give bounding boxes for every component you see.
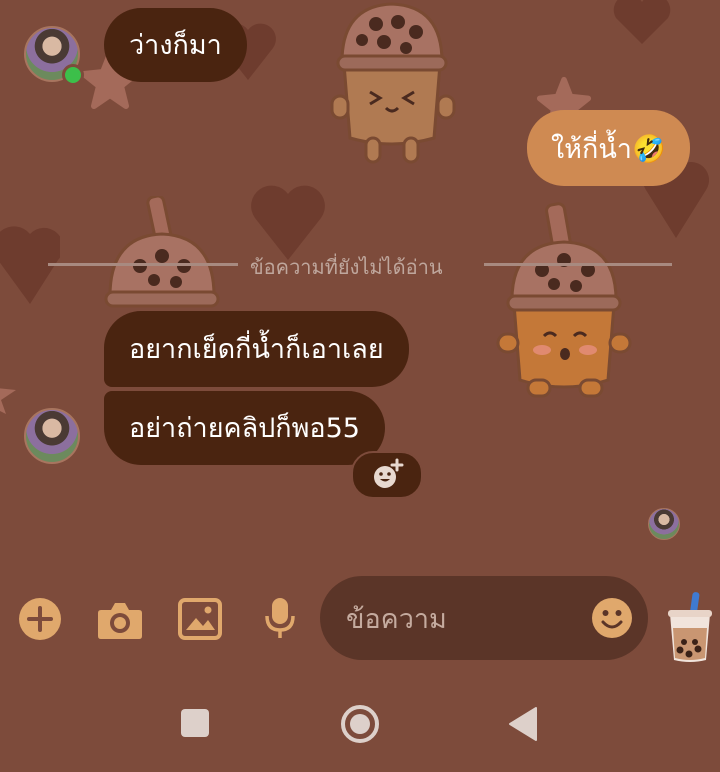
- divider-line: [484, 263, 672, 266]
- bubble-tea-character-decoration: [330, 2, 456, 164]
- message-text: ให้กี่น้ำ🤣: [551, 133, 666, 165]
- unread-messages-divider: ข้อความที่ยังไม่ได้อ่าน: [250, 255, 443, 279]
- message-text: ว่างก็มา: [129, 29, 222, 61]
- add-icon[interactable]: [18, 597, 62, 641]
- bubble-tea-character-decoration: [104, 196, 220, 308]
- message-bubble-incoming[interactable]: อยากเย็ดกี่น้ำก็เอาเลย: [104, 311, 409, 387]
- add-emoji-reaction-icon: [374, 458, 404, 488]
- heart-decoration-icon: [613, 0, 671, 44]
- back-icon[interactable]: [508, 706, 538, 742]
- emoji-icon[interactable]: [592, 598, 632, 638]
- message-text: อย่าถ่ายคลิปก็พอ55: [129, 412, 360, 444]
- message-bubble-outgoing[interactable]: ให้กี่น้ำ🤣: [527, 110, 690, 186]
- add-reaction-button[interactable]: [351, 451, 423, 499]
- bubble-tea-sticker-icon[interactable]: [664, 592, 716, 664]
- home-icon[interactable]: [340, 704, 380, 744]
- microphone-icon[interactable]: [264, 596, 296, 640]
- bubble-tea-character-decoration: [496, 202, 632, 398]
- recent-apps-icon[interactable]: [180, 708, 210, 738]
- message-bubble-incoming[interactable]: อย่าถ่ายคลิปก็พอ55: [104, 391, 385, 465]
- message-input[interactable]: [344, 596, 588, 642]
- online-status-indicator: [62, 64, 84, 86]
- heart-decoration-icon: [0, 226, 60, 304]
- message-input-container[interactable]: [320, 576, 648, 660]
- camera-icon[interactable]: [97, 600, 143, 640]
- gallery-icon[interactable]: [178, 598, 222, 640]
- read-receipt-avatar: [648, 508, 680, 540]
- star-decoration-icon: [0, 388, 16, 414]
- divider-line: [48, 263, 238, 266]
- message-text: อยากเย็ดกี่น้ำก็เอาเลย: [129, 333, 384, 365]
- avatar[interactable]: [24, 408, 80, 464]
- message-bubble-incoming[interactable]: ว่างก็มา: [104, 8, 247, 82]
- heart-decoration-icon: [251, 185, 325, 260]
